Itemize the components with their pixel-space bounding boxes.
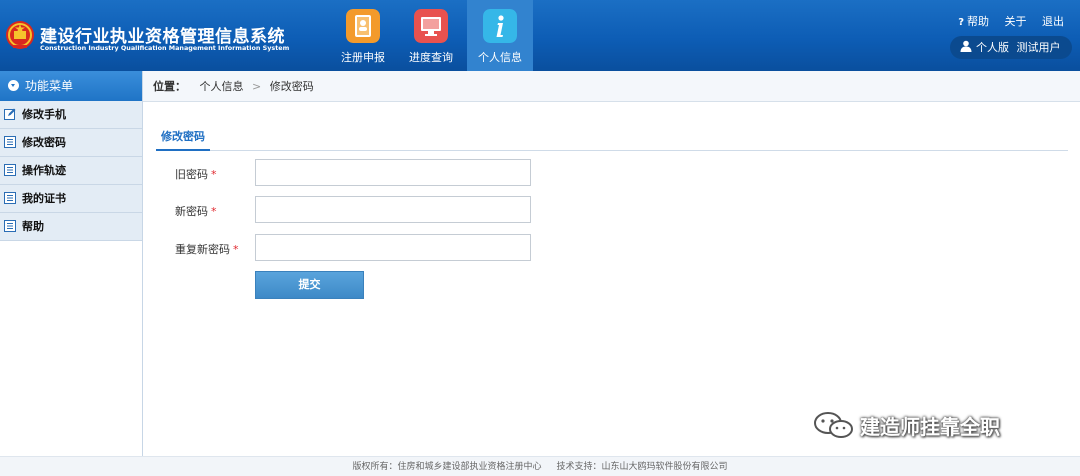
sidebar-item-label: 修改密码	[22, 136, 66, 149]
sidebar-item-help[interactable]: 帮助	[0, 213, 142, 241]
sidebar-item-label: 我的证书	[22, 192, 66, 205]
sidebar-header[interactable]: 功能菜单	[0, 71, 142, 101]
logout-link[interactable]: 退出	[1042, 15, 1064, 28]
sidebar-item-change-password[interactable]: 修改密码	[0, 129, 142, 157]
help-link[interactable]: ? 帮助	[946, 15, 989, 28]
new-password-field[interactable]	[255, 196, 531, 223]
submit-button[interactable]: 提交	[255, 271, 364, 299]
old-password-field[interactable]	[255, 159, 531, 186]
repeat-password-field[interactable]	[255, 234, 531, 261]
footer-copyright: 版权所有：住房和城乡建设部执业资格注册中心	[352, 462, 542, 472]
watermark-text: 建造师挂靠全职	[860, 415, 1000, 439]
user-version: 个人版	[976, 41, 1009, 54]
national-emblem-icon	[6, 21, 34, 49]
edit-icon	[4, 108, 16, 120]
sidebar-item-label: 操作轨迹	[22, 164, 66, 177]
about-link[interactable]: 关于	[1005, 15, 1027, 28]
required-mark: *	[211, 168, 217, 181]
tab-registration[interactable]: 注册申报	[330, 0, 396, 71]
breadcrumb: 位置： 个人信息 > 修改密码	[143, 71, 1080, 102]
tab-registration-label: 注册申报	[341, 51, 385, 64]
tab-progress-label: 进度查询	[409, 51, 453, 64]
app-header: 建设行业执业资格管理信息系统 Construction Industry Qua…	[0, 0, 1080, 71]
user-icon	[960, 40, 972, 52]
tab-divider	[156, 150, 1068, 151]
question-icon: ?	[958, 17, 964, 28]
sidebar: 功能菜单 修改手机 修改密码 操作轨迹 我的证书 帮助	[0, 71, 143, 456]
footer-support: 技术支持：山东山大鸥玛软件股份有限公司	[556, 462, 728, 472]
footer: 版权所有：住房和城乡建设部执业资格注册中心 技术支持：山东山大鸥玛软件股份有限公…	[0, 456, 1080, 476]
breadcrumb-item-change-password: 修改密码	[269, 80, 314, 93]
required-mark: *	[211, 205, 217, 218]
sidebar-item-label: 帮助	[22, 220, 44, 233]
list-icon	[4, 164, 16, 176]
registration-book-icon	[346, 9, 380, 43]
tab-change-password[interactable]: 修改密码	[156, 125, 210, 151]
old-password-label: 旧密码 *	[175, 168, 217, 181]
system-subtitle: Construction Industry Qualification Mana…	[40, 44, 290, 52]
new-password-label: 新密码 *	[175, 205, 217, 218]
tab-personal-info-label: 个人信息	[478, 51, 522, 64]
sidebar-item-operation-log[interactable]: 操作轨迹	[0, 157, 142, 185]
monitor-progress-icon	[414, 9, 448, 43]
list-icon	[4, 192, 16, 204]
wechat-logo-icon	[814, 412, 853, 438]
chevron-down-icon	[8, 80, 19, 91]
list-icon	[4, 220, 16, 232]
tab-progress[interactable]: 进度查询	[398, 0, 464, 71]
wechat-watermark: 建造师挂靠全职	[812, 410, 1000, 450]
sidebar-item-my-certificates[interactable]: 我的证书	[0, 185, 142, 213]
repeat-password-label: 重复新密码 *	[175, 243, 239, 256]
breadcrumb-item-personal-info[interactable]: 个人信息	[200, 80, 244, 93]
user-name: 测试用户	[1016, 41, 1061, 54]
breadcrumb-label: 位置：	[153, 80, 186, 93]
info-icon	[483, 9, 517, 43]
tab-personal-info[interactable]: 个人信息	[467, 0, 533, 71]
sidebar-item-change-phone[interactable]: 修改手机	[0, 101, 142, 129]
sidebar-item-label: 修改手机	[22, 108, 66, 121]
user-badge[interactable]: 个人版 测试用户	[950, 36, 1072, 59]
required-mark: *	[233, 243, 239, 256]
breadcrumb-separator: >	[252, 80, 262, 93]
sidebar-header-label: 功能菜单	[25, 79, 74, 93]
list-icon	[4, 136, 16, 148]
top-links: ? 帮助 关于 退出	[934, 13, 1064, 29]
